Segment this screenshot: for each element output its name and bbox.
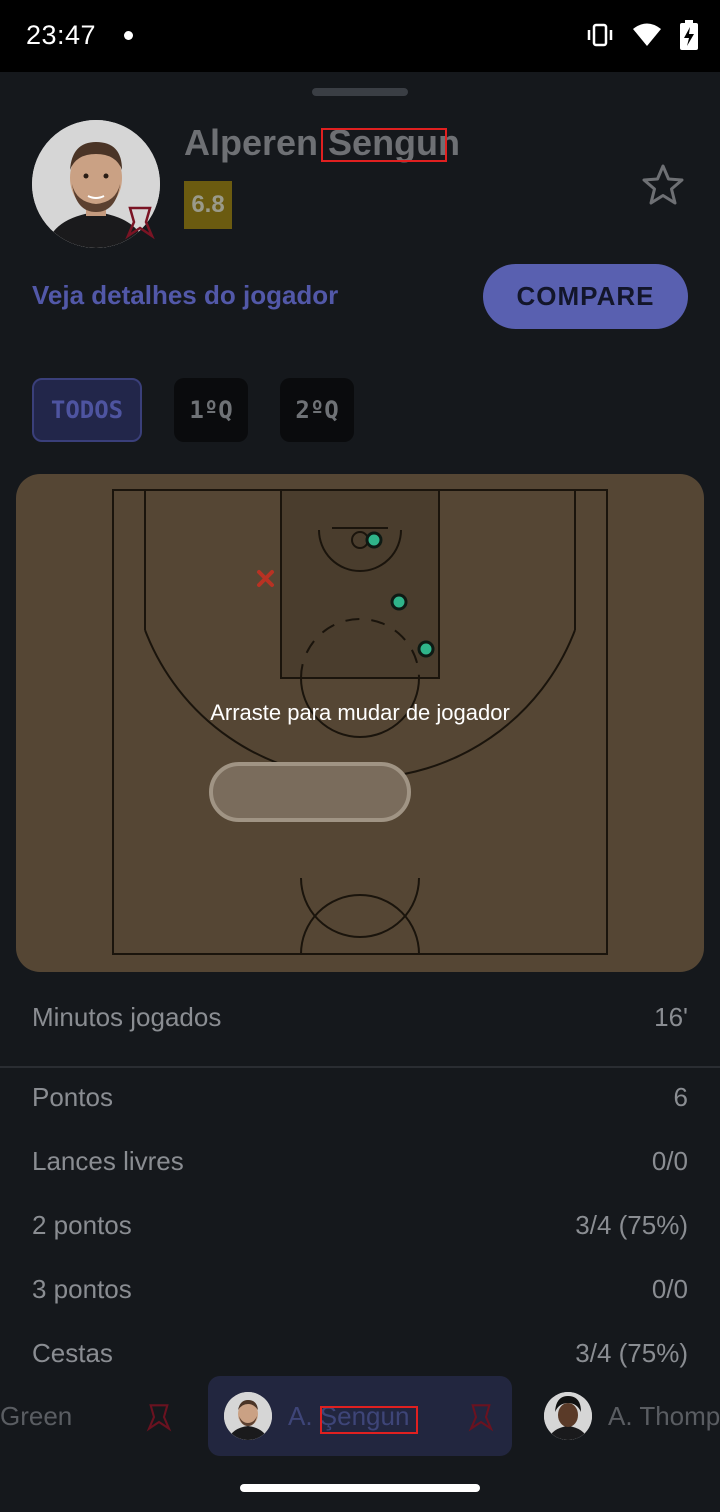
player-tab-label: A. Thomp — [608, 1400, 720, 1431]
highlight-box — [320, 1406, 418, 1434]
status-time: 23:47 — [26, 20, 97, 50]
player-switcher: Green A. Şengun A. Thomp — [0, 1376, 720, 1456]
stat-row-two-pointers: 2 pontos 3/4 (75%) — [0, 1196, 720, 1260]
rockets-logo-icon — [468, 1404, 494, 1432]
stat-value: 3/4 (75%) — [575, 1338, 688, 1368]
shot-made-marker — [417, 640, 435, 658]
stat-label: Lances livres — [32, 1146, 184, 1176]
system-nav-bar — [0, 1464, 720, 1512]
highlight-box — [321, 128, 447, 162]
player-tab-thompson[interactable]: A. Thomp — [544, 1376, 720, 1456]
rockets-logo-icon — [146, 1404, 172, 1432]
filter-chip-q1[interactable]: 1ºQ — [174, 378, 248, 442]
vibrate-icon — [587, 23, 613, 47]
sheet-drag-handle[interactable] — [312, 88, 408, 96]
player-tab-green[interactable]: Green — [0, 1376, 72, 1456]
mini-avatar — [224, 1392, 272, 1440]
wifi-icon — [633, 23, 661, 46]
compare-button[interactable]: COMPARE — [483, 264, 688, 329]
player-sheet: Alperen Sengun 6.8 Veja detalhes do joga… — [0, 72, 720, 1464]
home-indicator[interactable] — [240, 1484, 480, 1492]
player-tab-label: Green — [0, 1400, 73, 1431]
stat-label: Pontos — [32, 1082, 113, 1112]
filter-chip-todos[interactable]: TODOS — [32, 378, 142, 442]
stat-label: 3 pontos — [32, 1274, 132, 1304]
stat-row-minutes: Minutos jogados 16' — [0, 988, 720, 1052]
stat-label: Minutos jogados — [32, 1002, 222, 1032]
status-bar: 23:47 — [0, 0, 720, 72]
mini-avatar — [544, 1392, 592, 1440]
rockets-logo-icon — [125, 206, 155, 240]
shot-chart-court[interactable]: Arraste para mudar de jogador — [16, 474, 704, 972]
swipe-hint-text: Arraste para mudar de jogador — [210, 700, 510, 725]
stat-row-free-throws: Lances livres 0/0 — [0, 1132, 720, 1196]
player-rating-badge: 6.8 — [184, 181, 232, 229]
favorite-star-icon[interactable] — [640, 162, 686, 208]
stat-value: 6 — [673, 1082, 688, 1112]
stat-label: Cestas — [32, 1338, 113, 1368]
stat-row-points: Pontos 6 — [0, 1068, 720, 1132]
notification-dot-icon — [124, 31, 133, 40]
stat-value: 0/0 — [651, 1146, 688, 1176]
shot-missed-marker — [257, 570, 274, 587]
status-icons — [586, 20, 698, 50]
stat-value: 3/4 (75%) — [575, 1210, 688, 1240]
stat-label: 2 pontos — [32, 1210, 132, 1240]
shot-made-marker — [365, 531, 383, 549]
stat-value: 0/0 — [651, 1274, 688, 1304]
swipe-gesture-pill — [209, 762, 411, 822]
filter-chip-q2[interactable]: 2ºQ — [280, 378, 354, 442]
battery-charging-icon — [680, 20, 698, 50]
player-details-link[interactable]: Veja detalhes do jogador — [32, 280, 338, 311]
shot-made-marker — [390, 593, 408, 611]
stat-row-three-pointers: 3 pontos 0/0 — [0, 1260, 720, 1324]
stat-value: 16' — [654, 1002, 688, 1032]
